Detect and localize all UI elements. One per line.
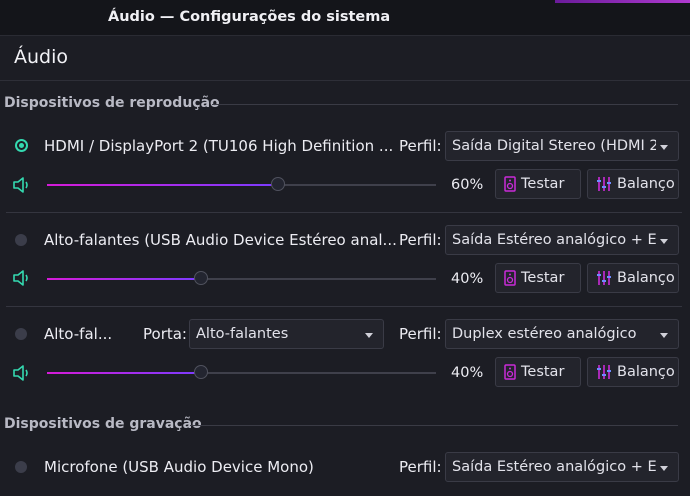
test-button[interactable]: Testar (495, 169, 581, 199)
volume-fill (47, 372, 201, 374)
device-name: Alto-fal... (44, 325, 113, 343)
profile-select[interactable]: Duplex estéreo analógico (445, 319, 679, 349)
equalizer-icon (597, 271, 611, 285)
profile-select-value: Duplex estéreo analógico (452, 326, 637, 342)
device-name: HDMI / DisplayPort 2 (TU106 High Definit… (44, 137, 394, 155)
profile-select-value: Saída Estéreo analógico + Ent (452, 459, 656, 475)
test-button-label: Testar (521, 176, 565, 192)
volume-slider[interactable] (47, 177, 436, 191)
balance-button[interactable]: Balanço (587, 263, 679, 293)
balance-button-label: Balanço (617, 364, 675, 380)
test-button[interactable]: Testar (495, 263, 581, 293)
speaker-test-icon (504, 270, 516, 286)
device-default-radio[interactable] (15, 461, 27, 473)
volume-percent: 40% (451, 271, 484, 287)
speaker-volume-icon[interactable] (12, 364, 32, 382)
page-header (0, 36, 690, 81)
balance-button[interactable]: Balanço (587, 169, 679, 199)
device-default-radio[interactable] (15, 328, 27, 340)
page-title: Áudio (14, 46, 69, 68)
speaker-test-icon (504, 364, 516, 380)
volume-percent: 60% (451, 177, 484, 193)
chevron-down-icon (660, 239, 668, 244)
profile-label: Perfil: (399, 231, 442, 249)
device-default-radio[interactable] (15, 139, 28, 152)
volume-fill (47, 184, 278, 186)
device-default-radio[interactable] (15, 234, 27, 246)
section-recording-title: Dispositivos de gravação (4, 416, 202, 432)
port-select[interactable]: Alto-falantes (189, 319, 384, 349)
equalizer-icon (597, 365, 611, 379)
window-title: Áudio — Configurações do sistema (108, 9, 391, 25)
balance-button-label: Balanço (617, 270, 675, 286)
device-separator (6, 306, 682, 307)
titlebar-accent (555, 0, 690, 3)
balance-button[interactable]: Balanço (587, 357, 679, 387)
volume-slider-handle[interactable] (194, 271, 208, 285)
equalizer-icon (597, 177, 611, 191)
profile-select[interactable]: Saída Estéreo analógico + Ent (445, 225, 679, 255)
profile-select-value: Saída Estéreo analógico + Ent (452, 232, 656, 248)
device-separator (6, 212, 682, 213)
chevron-down-icon (660, 466, 668, 471)
profile-label: Perfil: (399, 137, 442, 155)
chevron-down-icon (660, 145, 668, 150)
section-divider (212, 104, 678, 105)
profile-label: Perfil: (399, 325, 442, 343)
balance-button-label: Balanço (617, 176, 675, 192)
volume-slider-handle[interactable] (194, 365, 208, 379)
volume-slider-handle[interactable] (271, 177, 285, 191)
speaker-test-icon (504, 176, 516, 192)
speaker-volume-icon[interactable] (12, 176, 32, 194)
profile-select-value: Saída Digital Stereo (HDMI 2) (452, 138, 656, 154)
speaker-volume-icon[interactable] (12, 269, 32, 287)
volume-fill (47, 278, 201, 280)
chevron-down-icon (660, 333, 668, 338)
test-button-label: Testar (521, 270, 565, 286)
device-name: Alto-falantes (USB Audio Device Estéreo … (44, 231, 397, 249)
chevron-down-icon (365, 333, 373, 338)
port-label: Porta: (143, 325, 187, 343)
volume-percent: 40% (451, 365, 484, 381)
port-select-value: Alto-falantes (196, 326, 289, 342)
device-name: Microfone (USB Audio Device Mono) (44, 458, 314, 476)
test-button-label: Testar (521, 364, 565, 380)
volume-slider[interactable] (47, 271, 436, 285)
section-divider (190, 425, 678, 426)
profile-select[interactable]: Saída Digital Stereo (HDMI 2) (445, 131, 679, 161)
test-button[interactable]: Testar (495, 357, 581, 387)
profile-select[interactable]: Saída Estéreo analógico + Ent (445, 452, 679, 482)
profile-label: Perfil: (399, 458, 442, 476)
volume-slider[interactable] (47, 365, 436, 379)
section-playback-title: Dispositivos de reprodução (4, 95, 220, 111)
